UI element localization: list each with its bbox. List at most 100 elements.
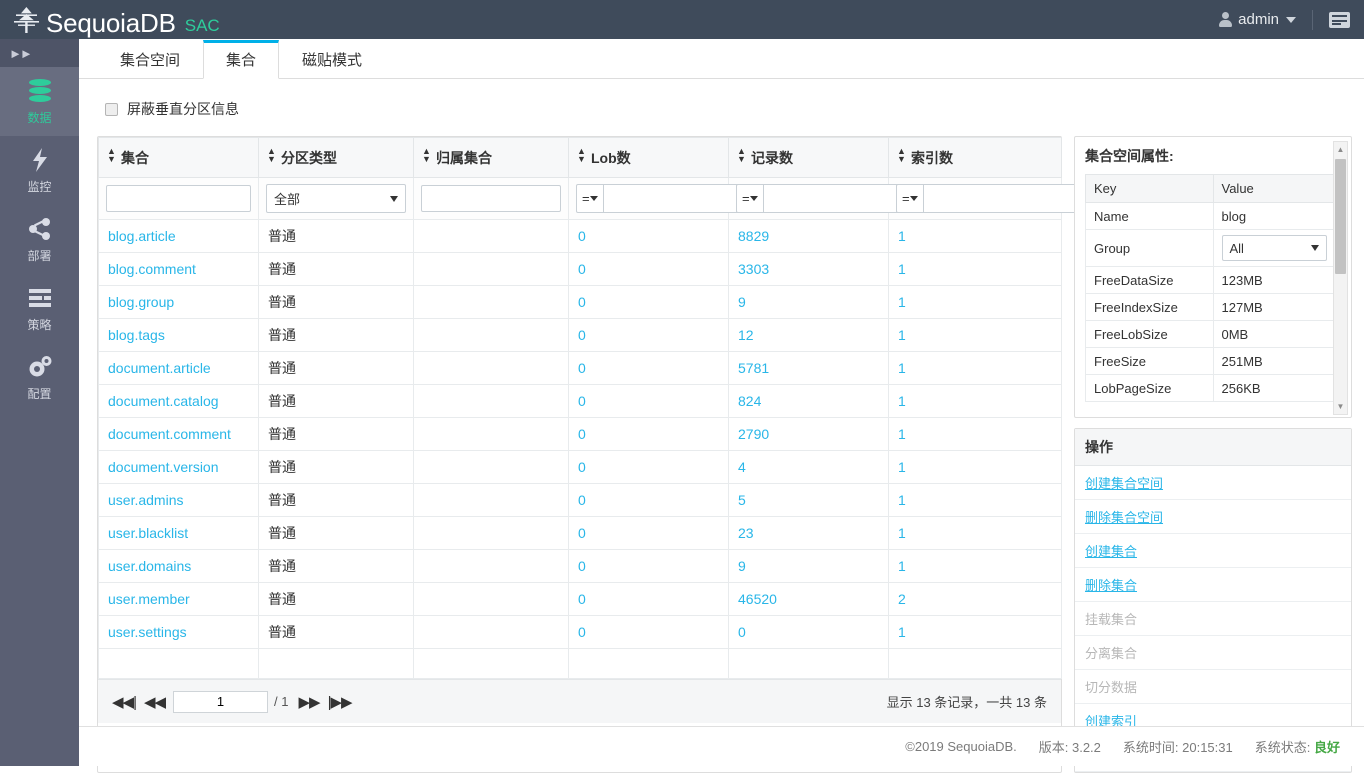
table-row[interactable]: user.member普通0465202 — [99, 583, 1062, 616]
cell-record-count-link[interactable]: 3303 — [738, 261, 769, 277]
cell-index-count[interactable]: 1 — [889, 253, 1062, 286]
cell-index-count[interactable]: 2 — [889, 583, 1062, 616]
sidebar-collapse-toggle[interactable]: ►► — [0, 39, 79, 67]
cell-collection[interactable]: blog.article — [99, 220, 259, 253]
cell-lob-count[interactable]: 0 — [569, 385, 729, 418]
cell-record-count[interactable]: 8829 — [729, 220, 889, 253]
cell-index-count[interactable]: 1 — [889, 616, 1062, 649]
filter-parent-collection-input[interactable] — [421, 185, 561, 212]
cell-record-count[interactable]: 23 — [729, 517, 889, 550]
scrollbar-thumb[interactable] — [1335, 159, 1346, 274]
cell-lob-count-link[interactable]: 0 — [578, 591, 586, 607]
operation-link[interactable]: 删除集合空间 — [1085, 510, 1163, 525]
cell-index-count-link[interactable]: 1 — [898, 459, 906, 475]
properties-scrollbar[interactable]: ▲ ▼ — [1333, 141, 1348, 415]
cell-index-count[interactable]: 1 — [889, 220, 1062, 253]
cell-record-count-link[interactable]: 2790 — [738, 426, 769, 442]
cell-collection[interactable]: document.version — [99, 451, 259, 484]
filter-index-operator-select[interactable]: = — [896, 184, 924, 213]
cell-index-count-link[interactable]: 1 — [898, 294, 906, 310]
table-row[interactable]: user.settings普通001 — [99, 616, 1062, 649]
operation-item[interactable]: 删除集合 — [1075, 568, 1351, 602]
cell-index-count-link[interactable]: 1 — [898, 261, 906, 277]
cell-record-count[interactable]: 5 — [729, 484, 889, 517]
cell-record-count[interactable]: 9 — [729, 286, 889, 319]
column-header-record-count[interactable]: ▲▼记录数 — [729, 138, 889, 178]
table-row[interactable]: document.article普通057811 — [99, 352, 1062, 385]
cell-lob-count-link[interactable]: 0 — [578, 459, 586, 475]
cell-index-count[interactable]: 1 — [889, 550, 1062, 583]
scroll-down-arrow-icon[interactable]: ▼ — [1334, 399, 1347, 414]
cell-lob-count-link[interactable]: 0 — [578, 525, 586, 541]
cell-record-count-link[interactable]: 4 — [738, 459, 746, 475]
cell-collection[interactable]: blog.tags — [99, 319, 259, 352]
cell-collection-link[interactable]: document.version — [108, 459, 219, 475]
cell-collection[interactable]: document.catalog — [99, 385, 259, 418]
cell-index-count-link[interactable]: 2 — [898, 591, 906, 607]
sidebar-item-deploy[interactable]: 部署 — [0, 205, 79, 274]
cell-collection-link[interactable]: blog.article — [108, 228, 176, 244]
cell-collection-link[interactable]: document.comment — [108, 426, 231, 442]
sidebar-item-policy[interactable]: 策略 — [0, 274, 79, 343]
cell-collection-link[interactable]: user.settings — [108, 624, 187, 640]
cell-collection-link[interactable]: user.domains — [108, 558, 191, 574]
cell-collection-link[interactable]: document.catalog — [108, 393, 219, 409]
cell-lob-count-link[interactable]: 0 — [578, 228, 586, 244]
cell-collection[interactable]: user.member — [99, 583, 259, 616]
cell-record-count[interactable]: 4 — [729, 451, 889, 484]
cell-lob-count[interactable]: 0 — [569, 286, 729, 319]
operation-item[interactable]: 创建集合空间 — [1075, 466, 1351, 500]
cell-collection[interactable]: document.article — [99, 352, 259, 385]
cell-record-count-link[interactable]: 23 — [738, 525, 754, 541]
next-page-icon[interactable]: ▶▶ — [299, 693, 320, 711]
first-page-icon[interactable]: ◀◀| — [112, 693, 136, 711]
cell-collection-link[interactable]: blog.tags — [108, 327, 165, 343]
operation-item[interactable]: 删除集合空间 — [1075, 500, 1351, 534]
operation-link[interactable]: 创建集合空间 — [1085, 476, 1163, 491]
cell-index-count[interactable]: 1 — [889, 319, 1062, 352]
cell-lob-count-link[interactable]: 0 — [578, 294, 586, 310]
table-row[interactable]: document.version普通041 — [99, 451, 1062, 484]
cell-index-count[interactable]: 1 — [889, 418, 1062, 451]
cell-collection-link[interactable]: document.article — [108, 360, 211, 376]
cell-collection-link[interactable]: user.blacklist — [108, 525, 188, 541]
cell-collection-link[interactable]: user.admins — [108, 492, 183, 508]
hide-vertical-partition-checkbox[interactable] — [105, 103, 118, 116]
cell-collection[interactable]: user.admins — [99, 484, 259, 517]
page-number-input[interactable] — [173, 691, 268, 713]
table-row[interactable]: document.catalog普通08241 — [99, 385, 1062, 418]
cell-record-count[interactable]: 46520 — [729, 583, 889, 616]
cell-index-count[interactable]: 1 — [889, 352, 1062, 385]
cell-record-count[interactable]: 3303 — [729, 253, 889, 286]
cell-record-count-link[interactable]: 8829 — [738, 228, 769, 244]
cell-index-count-link[interactable]: 1 — [898, 525, 906, 541]
cell-lob-count[interactable]: 0 — [569, 583, 729, 616]
cell-index-count-link[interactable]: 1 — [898, 558, 906, 574]
scroll-up-arrow-icon[interactable]: ▲ — [1334, 142, 1347, 157]
cell-record-count-link[interactable]: 12 — [738, 327, 754, 343]
cell-lob-count[interactable]: 0 — [569, 550, 729, 583]
cell-index-count[interactable]: 1 — [889, 517, 1062, 550]
cell-record-count[interactable]: 2790 — [729, 418, 889, 451]
sidebar-item-data[interactable]: 数据 — [0, 67, 79, 136]
cell-record-count-link[interactable]: 824 — [738, 393, 761, 409]
cell-lob-count[interactable]: 0 — [569, 451, 729, 484]
tab-tile-mode[interactable]: 磁贴模式 — [279, 41, 385, 79]
cell-collection[interactable]: user.blacklist — [99, 517, 259, 550]
brand-logo[interactable]: SequoiaDB SAC — [0, 1, 220, 38]
cell-index-count[interactable]: 1 — [889, 385, 1062, 418]
last-page-icon[interactable]: |▶▶ — [328, 693, 352, 711]
cell-index-count[interactable]: 1 — [889, 286, 1062, 319]
cell-lob-count-link[interactable]: 0 — [578, 558, 586, 574]
column-header-collection[interactable]: ▲▼集合 — [99, 138, 259, 178]
table-row[interactable]: user.blacklist普通0231 — [99, 517, 1062, 550]
cell-index-count-link[interactable]: 1 — [898, 624, 906, 640]
hamburger-menu-icon[interactable] — [1329, 12, 1350, 28]
cell-collection-link[interactable]: blog.comment — [108, 261, 196, 277]
cell-lob-count[interactable]: 0 — [569, 418, 729, 451]
cell-collection-link[interactable]: blog.group — [108, 294, 174, 310]
cell-collection-link[interactable]: user.member — [108, 591, 190, 607]
cell-record-count[interactable]: 0 — [729, 616, 889, 649]
table-row[interactable]: blog.article普通088291 — [99, 220, 1062, 253]
cell-lob-count-link[interactable]: 0 — [578, 492, 586, 508]
